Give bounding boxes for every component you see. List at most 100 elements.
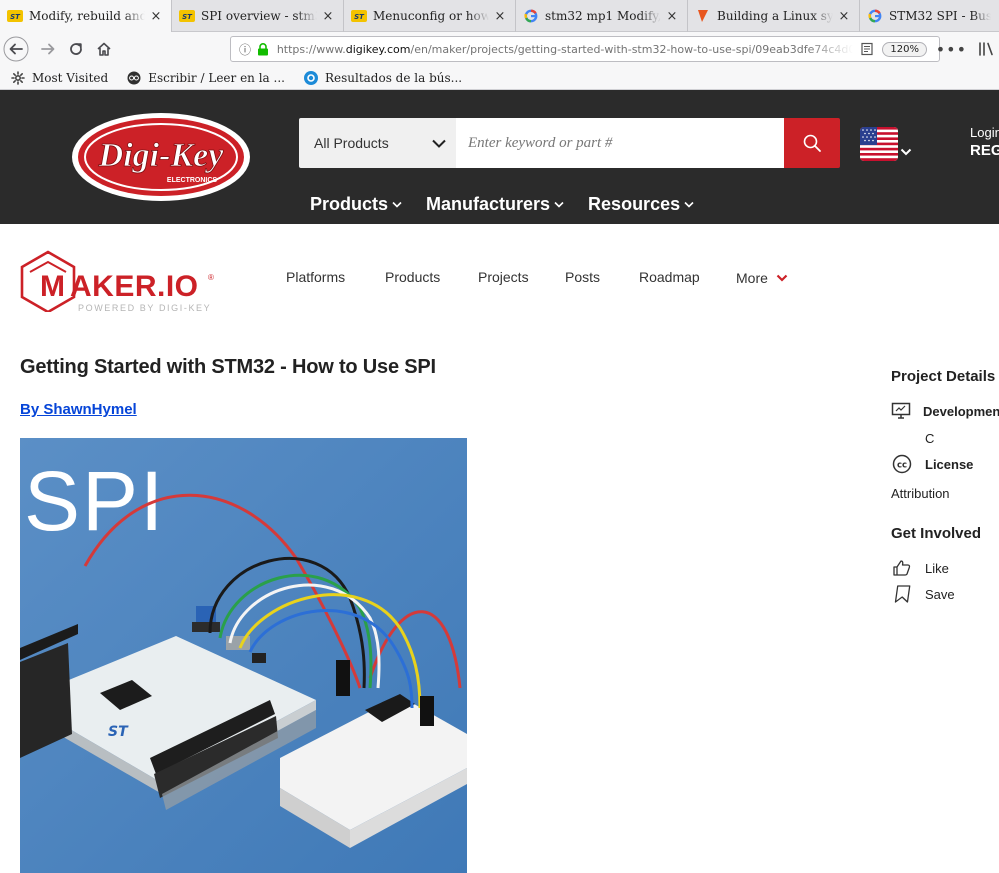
search-input[interactable]	[456, 118, 784, 168]
license-row: cc License	[891, 454, 999, 474]
svg-text:POWERED BY DIGI-KEY: POWERED BY DIGI-KEY	[78, 303, 211, 312]
thumbs-up-icon	[891, 558, 913, 578]
tab-title: Menuconfig or how to	[373, 9, 489, 23]
project-sidebar: Project Details Development C cc License…	[891, 368, 999, 604]
save-button[interactable]: Save	[891, 584, 999, 604]
like-button[interactable]: Like	[891, 558, 999, 578]
maker-nav-platforms[interactable]: Platforms	[286, 269, 345, 285]
tab-title: stm32 mp1 Modify, rebuild	[545, 9, 661, 23]
svg-text:ELECTRONICS: ELECTRONICS	[167, 177, 218, 184]
register-label: REGISTER	[970, 142, 999, 159]
nav-label: Projects	[478, 269, 529, 285]
bookmark-label: Resultados de la bús...	[324, 70, 463, 85]
tab-menuconfig[interactable]: ST Menuconfig or how to ×	[344, 0, 516, 32]
category-select-value: All Products	[314, 135, 389, 151]
nav-manufacturers[interactable]: Manufacturers	[426, 194, 564, 215]
development-label: Development	[923, 403, 999, 419]
search-button[interactable]	[784, 118, 840, 168]
forward-button[interactable]	[34, 35, 62, 63]
st-icon: ST	[351, 8, 367, 24]
svg-text:ST: ST	[10, 13, 21, 21]
page-actions-icon[interactable]: •••	[936, 40, 967, 59]
development-row: Development	[891, 401, 999, 421]
license-value: Attribution	[891, 486, 950, 501]
arduino-icon	[126, 70, 142, 86]
chevron-down-icon[interactable]	[900, 148, 912, 156]
close-icon[interactable]: ×	[321, 9, 335, 24]
maker-nav-more[interactable]: More	[736, 270, 788, 286]
chevron-down-icon	[392, 201, 402, 208]
bootlin-icon	[695, 8, 711, 24]
svg-text:Digi-Key: Digi-Key	[98, 137, 225, 174]
maker-nav-roadmap[interactable]: Roadmap	[639, 269, 700, 285]
tab-spi-overview[interactable]: ST SPI overview - stm32mpu ×	[172, 0, 344, 32]
maker-nav-products[interactable]: Products	[385, 269, 440, 285]
nav-label: Posts	[565, 269, 601, 285]
url-bar[interactable]: ⓘ https://www.digikey.com/en/maker/proje…	[230, 36, 940, 62]
page-title: Getting Started with STM32 - How to Use …	[20, 356, 436, 378]
maker-io-logo[interactable]: M AKER.IO ® POWERED BY DIGI-KEY	[18, 250, 218, 314]
login-register-link[interactable]: Login REGISTER	[970, 124, 999, 160]
nav-label: Products	[310, 194, 389, 214]
nav-label: Platforms	[286, 269, 346, 285]
maker-nav-projects[interactable]: Projects	[478, 269, 529, 285]
us-flag-icon[interactable]	[860, 127, 898, 161]
home-button[interactable]	[90, 35, 118, 63]
bookmark-label: Most Visited	[32, 70, 109, 85]
monitor-icon	[891, 401, 911, 421]
st-icon: ST	[179, 8, 195, 24]
nav-label: Resources	[588, 194, 681, 214]
bookmarks-bar: Most Visited Escribir / Leer en la ... R…	[0, 66, 999, 90]
google-icon	[523, 8, 539, 24]
nav-label: Products	[385, 269, 441, 285]
creative-commons-icon: cc	[891, 454, 913, 474]
tab-title: Building a Linux system	[717, 9, 833, 23]
nav-resources[interactable]: Resources	[588, 194, 694, 215]
license-label: License	[925, 456, 974, 472]
bookmark-most-visited[interactable]: Most Visited	[10, 70, 108, 86]
home-icon	[97, 42, 111, 56]
tab-title: Modify, rebuild and reflash	[29, 9, 145, 23]
zoom-level-badge[interactable]: 120%	[882, 41, 927, 57]
nav-bar: ⓘ https://www.digikey.com/en/maker/proje…	[0, 32, 999, 66]
category-select[interactable]: All Products	[299, 118, 456, 168]
tab-google-stm32-spi[interactable]: STM32 SPI - Buscar con Google	[860, 0, 999, 32]
gear-icon	[10, 70, 26, 86]
nav-label: More	[736, 270, 768, 286]
forward-arrow-icon	[41, 43, 55, 55]
close-icon[interactable]: ×	[149, 9, 163, 24]
bookmark-resultados[interactable]: Resultados de la bús...	[303, 70, 462, 86]
digikey-header: Digi-Key ELECTRONICS All Products Enter …	[0, 90, 999, 224]
back-arrow-icon	[3, 36, 29, 62]
close-icon[interactable]: ×	[493, 9, 507, 24]
info-icon[interactable]: ⓘ	[235, 41, 255, 58]
svg-text:cc: cc	[897, 461, 907, 471]
author-link[interactable]: By ShawnHymel	[20, 401, 137, 418]
tab-title: SPI overview - stm32mpu	[201, 9, 317, 23]
hero-spi-text: SPI	[24, 454, 165, 548]
tab-building-linux[interactable]: Building a Linux system ×	[688, 0, 860, 32]
close-icon[interactable]: ×	[665, 9, 679, 24]
reload-button[interactable]	[62, 35, 90, 63]
blue-circle-icon	[303, 70, 319, 86]
svg-text:ST: ST	[108, 724, 129, 740]
nav-products[interactable]: Products	[310, 194, 402, 215]
lock-icon[interactable]	[255, 42, 271, 56]
reader-view-icon[interactable]	[859, 42, 877, 56]
library-icon[interactable]	[977, 40, 995, 58]
bookmark-escribir[interactable]: Escribir / Leer en la ...	[126, 70, 285, 86]
digikey-main-nav: Products Manufacturers Resources	[310, 194, 718, 215]
reload-icon	[70, 43, 82, 55]
tab-modify-rebuild[interactable]: ST Modify, rebuild and reflash ×	[0, 0, 172, 32]
nav-label: Roadmap	[639, 269, 700, 285]
back-button[interactable]	[2, 35, 30, 63]
maker-nav-posts[interactable]: Posts	[565, 269, 600, 285]
svg-text:AKER.IO: AKER.IO	[70, 270, 199, 303]
close-icon[interactable]: ×	[837, 9, 851, 24]
chevron-down-icon	[776, 274, 788, 282]
tab-google-stm32mp1[interactable]: stm32 mp1 Modify, rebuild ×	[516, 0, 688, 32]
digikey-logo[interactable]: Digi-Key ELECTRONICS	[70, 111, 252, 203]
project-details-heading: Project Details	[891, 368, 996, 385]
search-bar: All Products	[299, 118, 840, 168]
url-text[interactable]: https://www.digikey.com/en/maker/project…	[277, 43, 853, 56]
